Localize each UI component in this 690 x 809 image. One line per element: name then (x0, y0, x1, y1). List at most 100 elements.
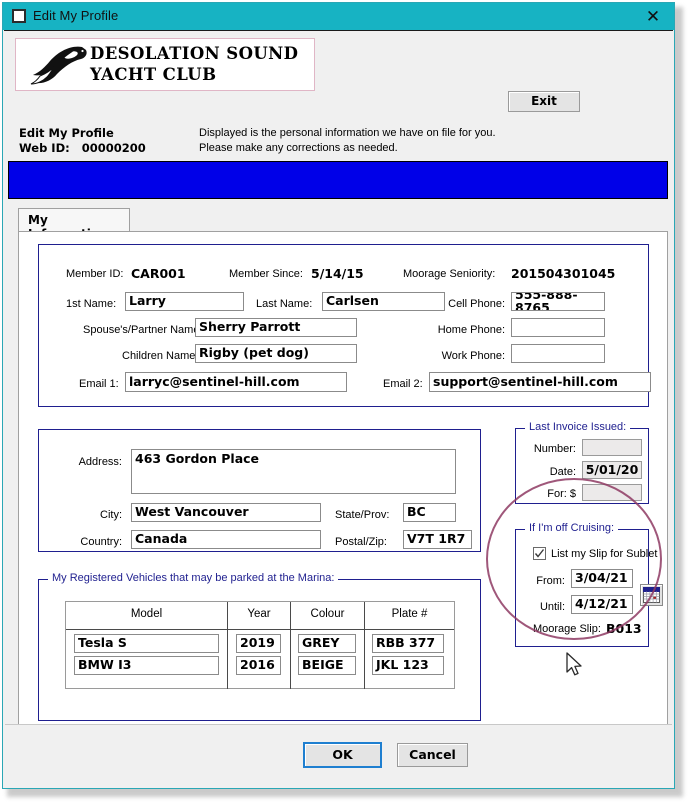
cruising-title: If I'm off Cruising: (525, 522, 619, 534)
vehicles-divider-2 (290, 602, 291, 689)
from-label: From: (536, 575, 565, 587)
sublet-checkbox[interactable] (533, 547, 546, 560)
invoice-number-field (582, 439, 642, 456)
web-id-label: Web ID: (19, 141, 70, 155)
screen: Edit My Profile ✕ DESOLATION SOUND YACHT… (0, 0, 690, 809)
dialog-window: Edit My Profile ✕ DESOLATION SOUND YACHT… (2, 2, 675, 789)
work-phone-input[interactable] (511, 344, 605, 363)
email2-label: Email 2: (383, 378, 423, 390)
close-icon[interactable]: ✕ (642, 7, 664, 27)
checkmark-icon (534, 549, 545, 558)
vehicle-year-input[interactable]: 2019 (236, 634, 281, 653)
vehicles-group: My Registered Vehicles that may be parke… (38, 572, 481, 721)
until-label: Until: (539, 601, 565, 613)
member-since-value: 5/14/15 (311, 266, 364, 281)
window-icon (12, 9, 26, 23)
from-date-input[interactable]: 3/04/21 (571, 569, 633, 588)
first-name-label: 1st Name: (66, 298, 117, 310)
vehicle-plate-input[interactable]: JKL 123 (372, 656, 444, 675)
invoice-number-label: Number: (533, 443, 576, 455)
work-phone-label: Work Phone: (441, 350, 505, 362)
postal-input[interactable]: V7T 1R7 (403, 530, 472, 549)
last-invoice-title: Last Invoice Issued: (525, 421, 631, 433)
window-title: Edit My Profile (33, 8, 119, 23)
calendar-picker-button[interactable] (640, 584, 663, 606)
calendar-icon (643, 587, 660, 603)
vehicles-table: Model Year Colour Plate # Tesla S 2019 G… (65, 601, 455, 689)
country-input[interactable]: Canada (131, 530, 321, 549)
children-label: Children Names: (122, 350, 204, 362)
cell-phone-input[interactable]: 555-888-8765 (511, 292, 605, 311)
client-area: DESOLATION SOUND YACHT CLUB Exit Edit My… (4, 30, 673, 787)
cruising-group: If I'm off Cruising: List my Slip for Su… (515, 522, 663, 647)
invoice-for-field (582, 484, 642, 501)
web-id: Web ID: 00000200 (19, 141, 146, 155)
email2-input[interactable]: support@sentinel-hill.com (429, 372, 651, 392)
tab-my-information[interactable]: My Information (18, 208, 130, 241)
address-group: Address: 463 Gordon Place City: West Van… (38, 429, 481, 552)
vehicles-title: My Registered Vehicles that may be parke… (48, 572, 339, 584)
moorage-seniority-label: Moorage Seniority: (403, 268, 496, 280)
vehicle-plate-input[interactable]: RBB 377 (372, 634, 444, 653)
vehicle-year-input[interactable]: 2016 (236, 656, 281, 675)
vehicles-col-model: Model (130, 608, 163, 620)
vehicles-col-plate: Plate # (391, 608, 428, 620)
vehicles-col-colour: Colour (310, 608, 345, 620)
vehicles-col-year: Year (247, 608, 271, 620)
dialog-footer: OK Cancel (5, 724, 672, 786)
club-name-line1: DESOLATION SOUND (90, 44, 299, 63)
note-line-2: Please make any corrections as needed. (199, 142, 398, 154)
vehicle-model-input[interactable]: Tesla S (74, 634, 219, 653)
children-input[interactable]: Rigby (pet dog) (195, 344, 357, 363)
state-label: State/Prov: (335, 509, 390, 521)
club-name: DESOLATION SOUND YACHT CLUB (90, 43, 298, 85)
first-name-input[interactable]: Larry (125, 292, 244, 311)
title-bar: Edit My Profile ✕ (3, 3, 674, 30)
spouse-input[interactable]: Sherry Parrott (195, 318, 357, 337)
vehicles-header-divider (66, 629, 454, 630)
page-title: Edit My Profile (19, 126, 114, 140)
home-phone-input[interactable] (511, 318, 605, 337)
club-logo-box: DESOLATION SOUND YACHT CLUB (15, 38, 315, 91)
state-input[interactable]: BC (403, 503, 456, 522)
ok-button[interactable]: OK (303, 742, 382, 768)
until-date-input[interactable]: 4/12/21 (571, 595, 633, 614)
invoice-for-label: For: $ (547, 488, 576, 500)
spouse-label: Spouse's/Partner Name: (83, 324, 203, 336)
invoice-date-label: Date: (549, 466, 576, 478)
note-line-1: Displayed is the personal information we… (199, 127, 496, 139)
tab-panel: Member ID: CAR001 Member Since: 5/14/15 … (18, 231, 668, 747)
country-label: Country: (80, 536, 122, 548)
address-input[interactable]: 463 Gordon Place (131, 449, 456, 494)
moorage-slip-value: B013 (606, 621, 642, 636)
member-id-label: Member ID: (66, 268, 124, 280)
member-id-value: CAR001 (131, 266, 186, 281)
vehicles-divider-1 (227, 602, 228, 689)
home-phone-label: Home Phone: (437, 324, 505, 336)
blue-banner (8, 161, 668, 199)
city-input[interactable]: West Vancouver (131, 503, 321, 522)
address-label: Address: (78, 456, 122, 468)
club-name-line2: YACHT CLUB (90, 65, 217, 84)
email1-label: Email 1: (79, 378, 119, 390)
vehicles-divider-3 (364, 602, 365, 689)
web-id-value: 00000200 (81, 141, 146, 155)
member-since-label: Member Since: (229, 268, 303, 280)
postal-label: Postal/Zip: (335, 536, 387, 548)
cell-phone-label: Cell Phone: (448, 298, 505, 310)
email1-input[interactable]: larryc@sentinel-hill.com (125, 372, 347, 392)
last-name-label: Last Name: (256, 298, 313, 310)
personal-info-group: Member ID: CAR001 Member Since: 5/14/15 … (38, 244, 651, 407)
sublet-label: List my Slip for Sublet (551, 548, 658, 560)
vehicle-colour-input[interactable]: GREY (298, 634, 356, 653)
exit-button[interactable]: Exit (508, 91, 580, 112)
last-invoice-group: Last Invoice Issued: Number: Date: 5/01/… (515, 421, 649, 504)
moorage-slip-label: Moorage Slip: (533, 623, 601, 635)
city-label: City: (100, 509, 122, 521)
moorage-seniority-value: 201504301045 (511, 266, 616, 281)
vehicle-model-input[interactable]: BMW I3 (74, 656, 219, 675)
invoice-date-field: 5/01/20 (582, 461, 642, 479)
orca-whale-logo (30, 46, 87, 85)
vehicle-colour-input[interactable]: BEIGE (298, 656, 356, 675)
cancel-button[interactable]: Cancel (397, 743, 468, 767)
